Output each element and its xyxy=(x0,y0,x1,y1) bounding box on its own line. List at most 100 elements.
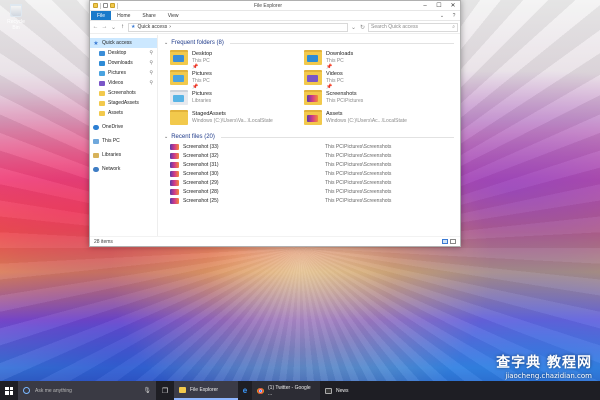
expand-ribbon-icon[interactable]: ⌄ xyxy=(436,11,448,20)
folder-name: Videos xyxy=(326,71,343,77)
sidebar-item-libraries[interactable]: Libraries xyxy=(90,150,157,160)
cloud-icon xyxy=(93,124,99,130)
content-pane: ⌄ Frequent folders (8) Desktop This PC 📌 xyxy=(158,35,460,236)
group-title: Frequent folders (8) xyxy=(171,40,224,46)
list-item[interactable]: Screenshot (28) This PC\Pictures\Screens… xyxy=(170,187,454,196)
sidebar-item-stagedassets[interactable]: StagedAssets xyxy=(90,98,157,108)
sidebar-item-quick-access[interactable]: ★ Quick access xyxy=(90,38,157,48)
taskbar-item-news[interactable]: News xyxy=(320,381,354,400)
task-view-button[interactable]: ❐ xyxy=(156,387,174,395)
start-button[interactable] xyxy=(0,381,18,400)
taskbar: Ask me anything 🎙 ❐ File Explorer e (1) … xyxy=(0,381,600,400)
sidebar-item-label: Network xyxy=(102,166,121,172)
folder-tile-stagedassets[interactable]: StagedAssets Windows (C:)\Users\Va...\Lo… xyxy=(170,110,296,129)
computer-icon xyxy=(93,138,99,144)
folder-name: Pictures xyxy=(192,91,212,97)
search-input[interactable]: Ask me anything xyxy=(35,388,72,394)
list-item[interactable]: Screenshot (29) This PC\Pictures\Screens… xyxy=(170,178,454,187)
recycle-bin[interactable]: Recycle Bin xyxy=(3,4,29,31)
address-dropdown-icon[interactable]: ⌄ xyxy=(350,24,357,31)
sidebar-item-videos[interactable]: Videos ⚲ xyxy=(90,78,157,88)
folder-icon xyxy=(170,50,188,65)
chevron-down-icon: ⌄ xyxy=(164,134,169,140)
folder-tile-pictures[interactable]: Pictures This PC 📌 xyxy=(170,70,296,90)
folder-tile-videos[interactable]: Videos This PC 📌 xyxy=(304,70,430,90)
taskbar-item-chrome[interactable]: (1) Twitter - Google ... xyxy=(252,381,320,400)
recent-locations-icon[interactable]: ⌄ xyxy=(110,24,117,31)
taskbar-item-edge[interactable]: e xyxy=(238,381,252,400)
cortana-search[interactable]: Ask me anything 🎙 xyxy=(18,381,156,400)
large-icons-view-icon[interactable] xyxy=(450,239,456,244)
back-icon[interactable]: ← xyxy=(92,24,99,30)
address-bar-row: ← → ⌄ ↑ ★ Quick access › ⌄ ↻ Search Quic… xyxy=(90,21,460,34)
forward-icon[interactable]: → xyxy=(101,24,108,30)
folder-icon xyxy=(170,90,188,105)
ribbon-tabs: File Home Share View ⌄ ? xyxy=(90,11,460,21)
help-icon[interactable]: ? xyxy=(448,11,460,20)
sidebar-item-this-pc[interactable]: This PC xyxy=(90,136,157,146)
close-button[interactable]: ✕ xyxy=(446,1,460,11)
file-name: Screenshot (30) xyxy=(183,170,219,177)
new-folder-icon[interactable] xyxy=(110,3,115,8)
tab-file[interactable]: File xyxy=(91,11,112,20)
up-icon[interactable]: ↑ xyxy=(119,24,126,30)
sidebar-item-label: Screenshots xyxy=(108,90,136,96)
sidebar-item-assets[interactable]: Assets xyxy=(90,108,157,118)
folder-icon xyxy=(93,3,98,8)
folder-tile-downloads[interactable]: Downloads This PC 📌 xyxy=(304,50,430,70)
search-box[interactable]: Search Quick access ⌕ xyxy=(368,22,458,32)
desktop-folder-icon xyxy=(99,50,105,56)
list-item[interactable]: Screenshot (31) This PC\Pictures\Screens… xyxy=(170,160,454,169)
image-thumbnail-icon xyxy=(170,161,179,168)
list-item[interactable]: Screenshot (32) This PC\Pictures\Screens… xyxy=(170,151,454,160)
properties-icon[interactable] xyxy=(103,3,108,8)
file-name: Screenshot (32) xyxy=(183,152,219,159)
toolbar-divider xyxy=(100,2,101,9)
folder-name: Desktop xyxy=(192,51,213,57)
news-icon xyxy=(325,387,332,394)
file-path: This PC\Pictures\Screenshots xyxy=(325,188,392,195)
edge-icon: e xyxy=(242,386,248,395)
breadcrumb[interactable]: Quick access xyxy=(137,24,167,30)
minimize-button[interactable]: – xyxy=(418,1,432,11)
sidebar-item-network[interactable]: Network xyxy=(90,164,157,174)
address-field[interactable]: ★ Quick access › xyxy=(128,22,348,32)
folder-tile-pictures-library[interactable]: Pictures Libraries xyxy=(170,90,296,109)
navigation-pane: ★ Quick access Desktop ⚲ Downloads ⚲ Pic… xyxy=(90,35,158,236)
sidebar-item-screenshots[interactable]: Screenshots xyxy=(90,88,157,98)
tab-share[interactable]: Share xyxy=(136,11,161,20)
folder-tile-desktop[interactable]: Desktop This PC 📌 xyxy=(170,50,296,70)
tab-view[interactable]: View xyxy=(162,11,185,20)
group-header-frequent[interactable]: ⌄ Frequent folders (8) xyxy=(164,38,454,48)
refresh-icon[interactable]: ↻ xyxy=(359,24,366,31)
sidebar-item-onedrive[interactable]: OneDrive xyxy=(90,122,157,132)
microphone-icon[interactable]: 🎙 xyxy=(143,387,151,394)
list-item[interactable]: Screenshot (25) This PC\Pictures\Screens… xyxy=(170,196,454,205)
folder-icon xyxy=(170,110,188,125)
sidebar-item-downloads[interactable]: Downloads ⚲ xyxy=(90,58,157,68)
list-item[interactable]: Screenshot (33) This PC\Pictures\Screens… xyxy=(170,142,454,151)
pin-icon: ⚲ xyxy=(149,60,153,66)
sidebar-item-desktop[interactable]: Desktop ⚲ xyxy=(90,48,157,58)
sidebar-item-pictures[interactable]: Pictures ⚲ xyxy=(90,68,157,78)
folder-icon xyxy=(170,70,188,85)
windows-logo-icon xyxy=(5,386,13,395)
search-input[interactable]: Search Quick access xyxy=(371,24,418,30)
folder-tile-assets[interactable]: Assets Windows (C:)\Users\Ac...\LocalSta… xyxy=(304,110,430,129)
folder-icon xyxy=(179,386,186,393)
file-name: Screenshot (25) xyxy=(183,197,219,204)
file-name: Screenshot (29) xyxy=(183,179,219,186)
folder-location: Libraries xyxy=(192,98,212,104)
taskbar-item-file-explorer[interactable]: File Explorer xyxy=(174,381,238,400)
details-view-icon[interactable] xyxy=(442,239,448,244)
tab-home[interactable]: Home xyxy=(111,11,136,20)
folder-name: Screenshots xyxy=(326,91,357,97)
group-header-recent[interactable]: ⌄ Recent files (20) xyxy=(164,132,454,142)
list-item[interactable]: Screenshot (30) This PC\Pictures\Screens… xyxy=(170,169,454,178)
folder-tile-screenshots[interactable]: Screenshots This PC\Pictures xyxy=(304,90,430,109)
divider xyxy=(229,42,454,44)
maximize-button[interactable]: ☐ xyxy=(432,1,446,11)
file-path: This PC\Pictures\Screenshots xyxy=(325,170,392,177)
file-name: Screenshot (33) xyxy=(183,143,219,150)
taskbar-item-label: News xyxy=(336,387,349,394)
